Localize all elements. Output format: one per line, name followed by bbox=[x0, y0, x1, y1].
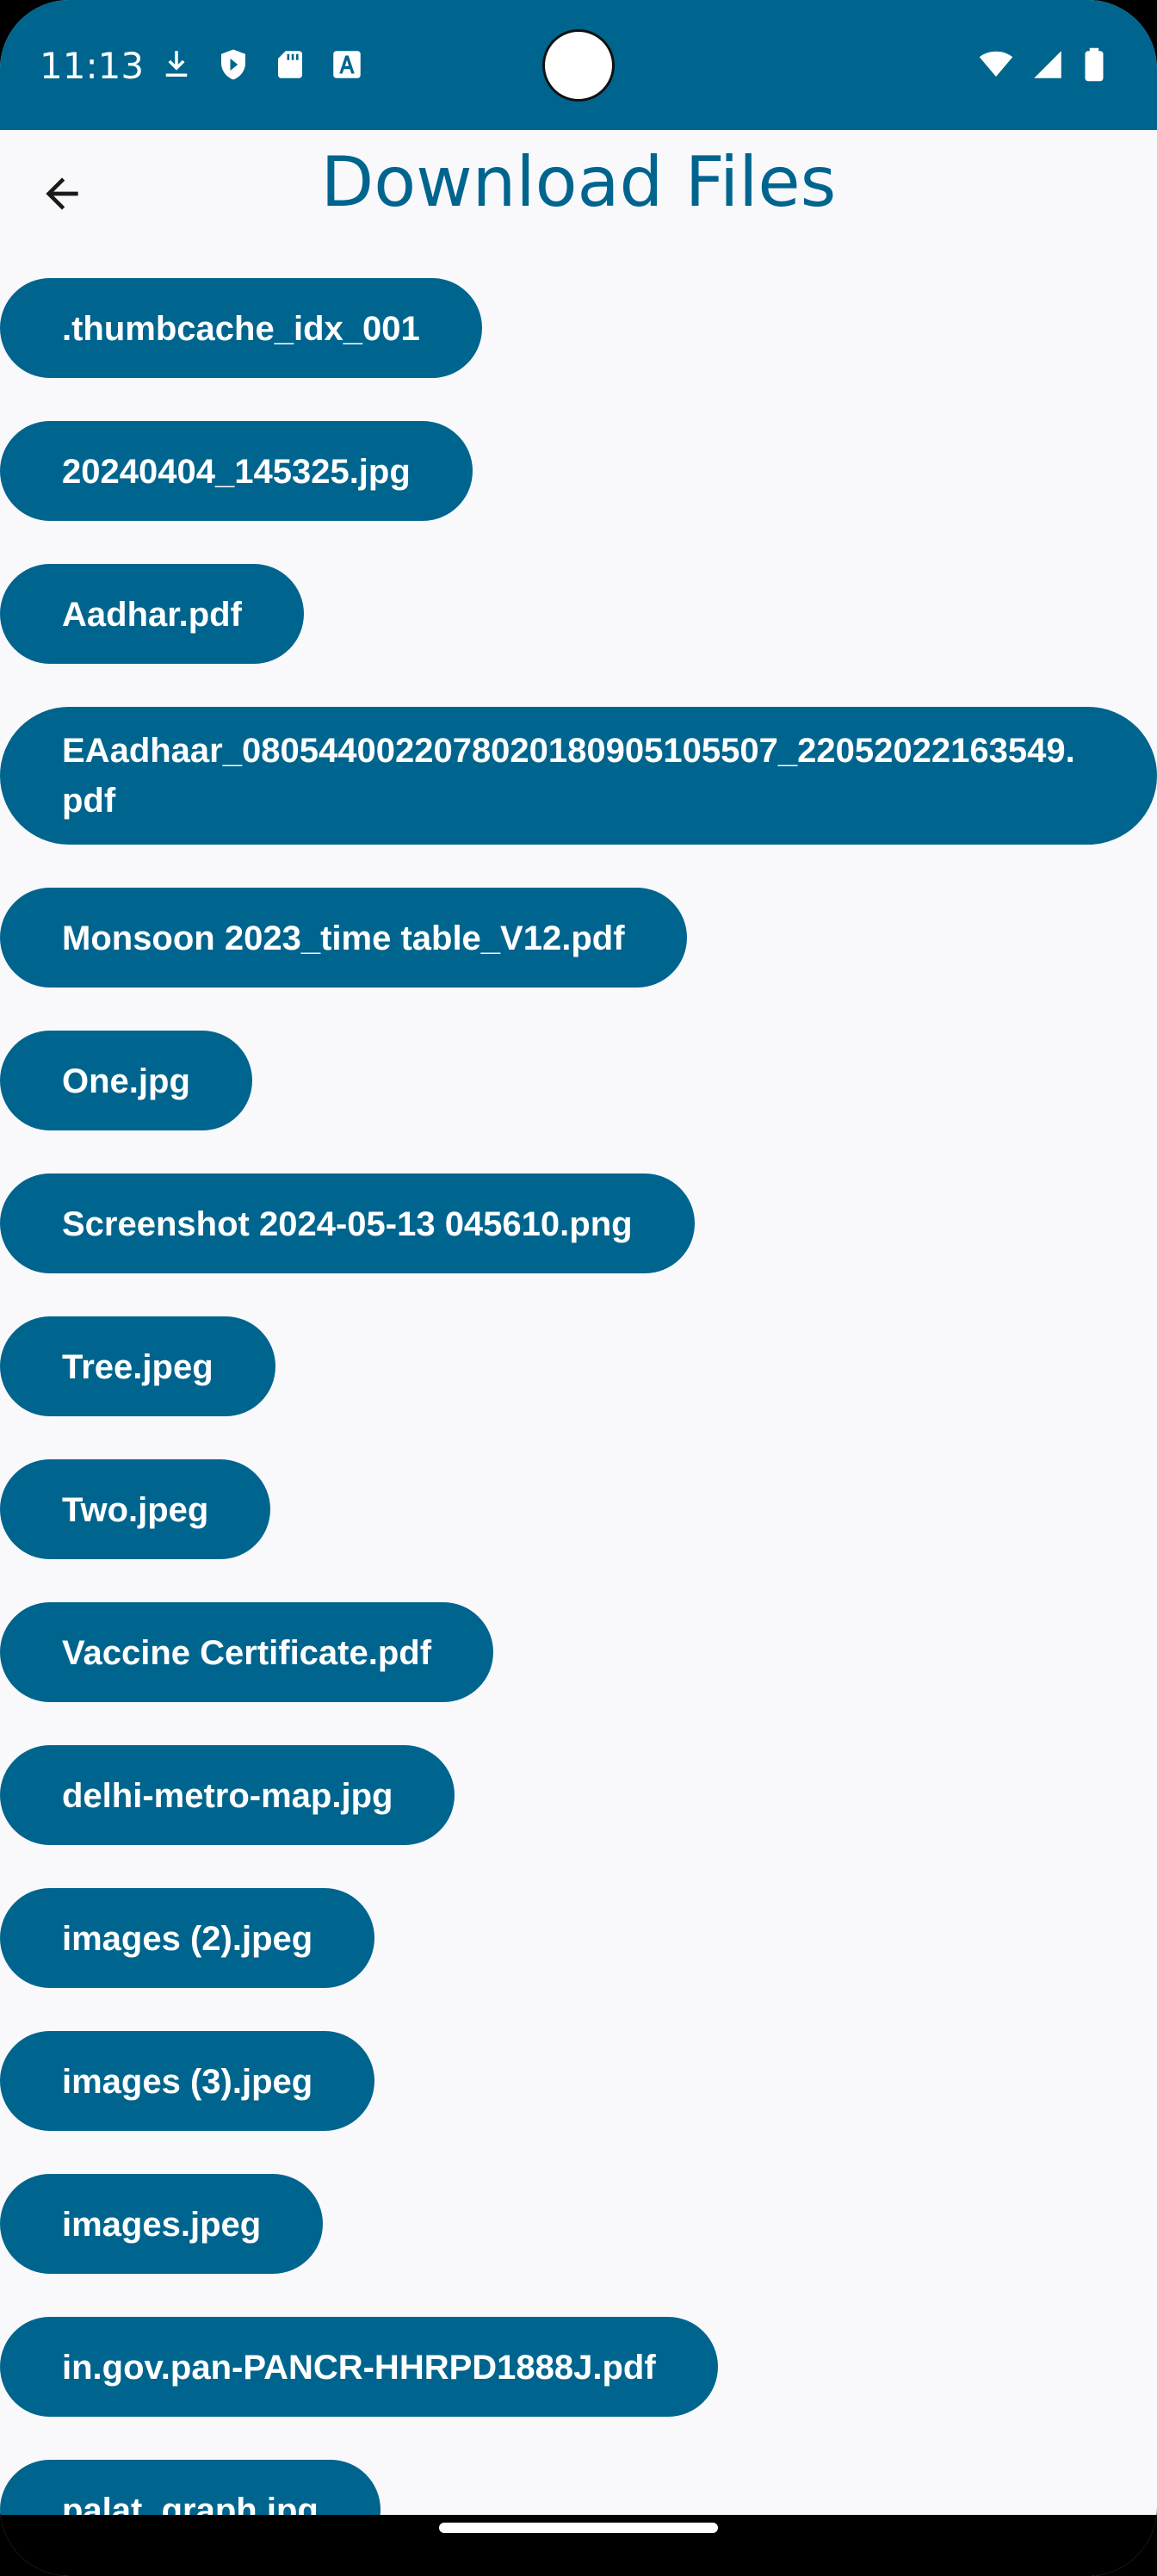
file-chip[interactable]: Monsoon 2023_time table_V12.pdf bbox=[0, 888, 687, 988]
cell-signal-icon bbox=[1034, 51, 1061, 78]
app-bar: Download Files bbox=[0, 130, 1157, 233]
gesture-handle[interactable] bbox=[439, 2523, 718, 2533]
file-chip[interactable]: 20240404_145325.jpg bbox=[0, 421, 473, 521]
file-chip[interactable]: Vaccine Certificate.pdf bbox=[0, 1602, 494, 1702]
sd-card-icon bbox=[278, 51, 302, 78]
screen: 11:13 Download Files .thumbcache_idx_001… bbox=[0, 0, 1157, 2576]
battery-icon bbox=[1085, 47, 1104, 82]
file-chip[interactable]: Screenshot 2024-05-13 045610.png bbox=[0, 1173, 695, 1273]
file-chip[interactable]: images (3).jpeg bbox=[0, 2031, 375, 2131]
download-icon bbox=[165, 51, 188, 77]
page-title: Download Files bbox=[320, 142, 837, 222]
file-chip[interactable]: .thumbcache_idx_001 bbox=[0, 278, 482, 378]
file-chip[interactable]: EAadhaar_0805440022078020180905105507_22… bbox=[0, 707, 1157, 845]
file-chip[interactable]: in.gov.pan-PANCR-HHRPD1888J.pdf bbox=[0, 2317, 718, 2417]
file-chip[interactable]: delhi-metro-map.jpg bbox=[0, 1745, 455, 1845]
file-chip[interactable]: Tree.jpeg bbox=[0, 1316, 275, 1416]
file-chip[interactable]: images (2).jpeg bbox=[0, 1888, 375, 1988]
file-list: .thumbcache_idx_001 20240404_145325.jpg … bbox=[0, 278, 1157, 2515]
file-chip[interactable]: Aadhar.pdf bbox=[0, 564, 304, 664]
file-chip[interactable]: Two.jpeg bbox=[0, 1459, 271, 1559]
status-icons-right bbox=[978, 46, 1107, 83]
front-camera bbox=[542, 29, 615, 102]
status-icons-left bbox=[158, 46, 365, 83]
shield-icon bbox=[221, 49, 245, 80]
status-bar: 11:13 bbox=[0, 0, 1157, 130]
wifi-icon bbox=[979, 51, 1013, 77]
file-chip[interactable]: images.jpeg bbox=[0, 2174, 324, 2274]
font-a-icon bbox=[333, 51, 361, 78]
file-chip[interactable]: palat_graph.jpg bbox=[0, 2460, 381, 2515]
status-time: 11:13 bbox=[40, 45, 145, 87]
file-chip[interactable]: One.jpg bbox=[0, 1031, 252, 1130]
